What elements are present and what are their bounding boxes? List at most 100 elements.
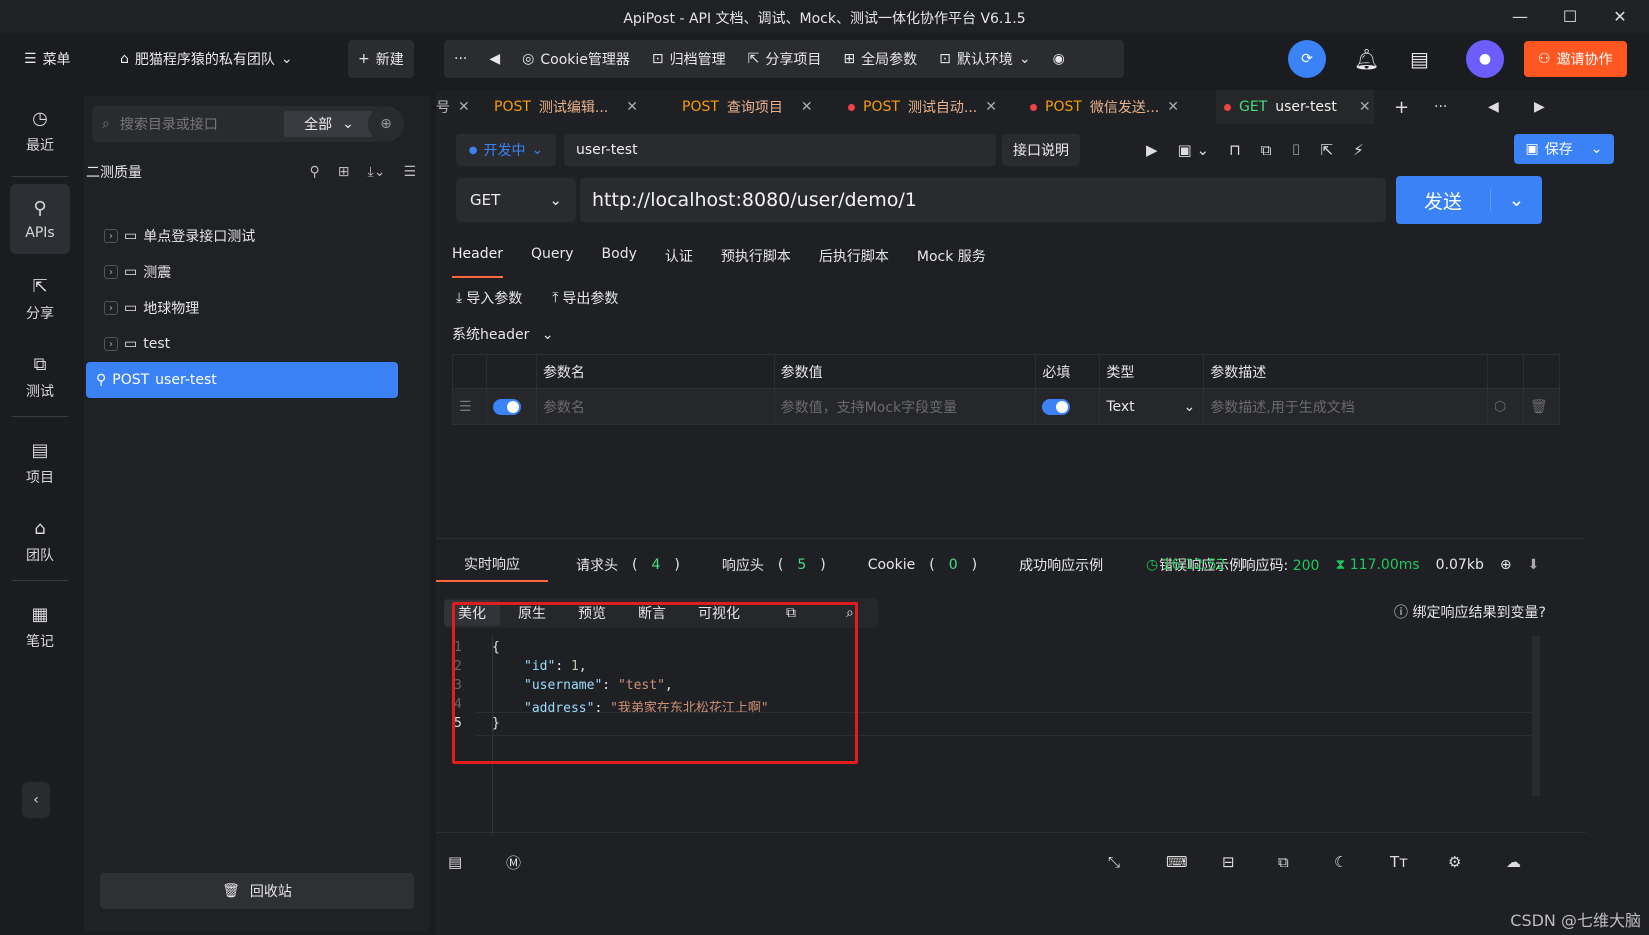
tab-request[interactable]: POST 微信发送... ✕ (1030, 90, 1179, 124)
close-icon[interactable]: ✕ (985, 99, 997, 115)
scrollbar[interactable] (1532, 636, 1540, 796)
tab-response-headers[interactable]: 响应头(5) (694, 548, 840, 582)
cookie-manager-button[interactable]: ◎ Cookie管理器 (522, 49, 630, 69)
send-button[interactable]: 发送 ⌄ (1396, 176, 1542, 224)
tab-header[interactable]: Header (452, 246, 503, 278)
enable-toggle[interactable] (485, 388, 537, 425)
add-tab-icon[interactable]: + (1394, 90, 1409, 124)
tab-partial[interactable]: 号 ✕ (436, 90, 470, 124)
close-icon[interactable]: ✕ (458, 99, 470, 115)
type-select[interactable]: Text ⌄ (1099, 388, 1205, 425)
flash-icon[interactable]: ⚡︎ (1353, 141, 1364, 159)
tabs-prev-icon[interactable]: ◀ (1488, 90, 1499, 124)
tree-api-active[interactable]: ⚲ POST user-test (86, 362, 398, 398)
tab-request[interactable]: POST 查询项目 ✕ (682, 90, 813, 124)
tab-request-headers[interactable]: 请求头(4) (548, 548, 694, 582)
notes-icon[interactable]: ▤ (1410, 40, 1429, 78)
add-folder-icon[interactable]: ⊞ (338, 164, 350, 180)
rail-item-project[interactable]: ▤ 项目 (10, 428, 70, 498)
system-header-toggle[interactable]: 系统header ⌄ (452, 324, 554, 344)
new-button[interactable]: + 新建 (348, 40, 414, 78)
rail-item-share[interactable]: ⇱ 分享 (10, 264, 70, 334)
avatar[interactable]: ● (1466, 40, 1504, 78)
globe-icon[interactable]: ⊕ (1500, 557, 1512, 573)
tab-auth[interactable]: 认证 (665, 246, 693, 278)
copy-icon[interactable]: ⧉ (1278, 853, 1289, 871)
param-name-input[interactable]: 参数名 (535, 388, 775, 425)
rail-item-team[interactable]: ⌂ 团队 (10, 506, 70, 576)
minimize-button[interactable]: — (1500, 4, 1540, 30)
code-icon[interactable]: ⌷ (1292, 141, 1301, 159)
method-select[interactable]: GET ⌄ (456, 178, 576, 222)
more-icon[interactable]: ··· (454, 51, 467, 67)
markdown-icon[interactable]: Ⓜ (506, 852, 521, 873)
terminal-icon[interactable]: ⌨ (1166, 853, 1188, 871)
cube-icon[interactable]: ⬡ (1486, 388, 1524, 425)
env-selector[interactable]: ⊡ 默认环境 ⌄ (939, 49, 1030, 69)
unlock-icon[interactable]: ⊓ (1229, 141, 1241, 159)
delete-icon[interactable]: 🗑︎ (1522, 388, 1561, 425)
chevron-down-icon[interactable]: ⌄ (1591, 141, 1603, 157)
cloud-icon[interactable]: ☁︎ (1506, 853, 1521, 871)
maximize-button[interactable]: ☐ (1550, 4, 1590, 30)
close-icon[interactable]: ✕ (626, 99, 638, 115)
moon-icon[interactable]: ☾ (1334, 853, 1347, 871)
trash-button[interactable]: 🗑︎ 回收站 (100, 873, 414, 909)
locate-icon[interactable]: ⊕ (368, 106, 404, 142)
import-icon[interactable]: ⤓⌄ (368, 164, 386, 180)
tab-success-example[interactable]: 成功响应示例 (991, 548, 1131, 582)
share-icon[interactable]: ⇱ (1321, 141, 1334, 159)
chevron-down-icon[interactable]: ⌄ (1490, 189, 1542, 211)
tab-request-active[interactable]: GET user-test ✕ (1216, 90, 1374, 124)
font-size-icon[interactable]: Tт (1390, 853, 1408, 871)
bind-variable-link[interactable]: ⓘ 绑定响应结果到变量? (1394, 602, 1546, 622)
close-icon[interactable]: ✕ (1167, 99, 1179, 115)
filter-select[interactable]: 全部 ⌄ (284, 111, 374, 137)
tab-post-script[interactable]: 后执行脚本 (819, 246, 889, 278)
drag-handle-icon[interactable]: ☰ (452, 388, 487, 425)
compress-icon[interactable]: ⤡ (1108, 853, 1120, 871)
sort-icon[interactable]: ☰ (403, 164, 416, 180)
api-name-input[interactable]: user-test (564, 134, 996, 166)
doc-button[interactable]: 接口说明 (1002, 134, 1080, 166)
eye-icon[interactable]: ◉ (1053, 51, 1065, 67)
env-status-select[interactable]: ● 开发中 ⌄ (456, 134, 556, 166)
archive-button[interactable]: ⊡ 归档管理 (652, 49, 726, 69)
bell-icon[interactable]: 🔔︎ (1354, 40, 1379, 78)
panel-icon[interactable]: ⊟ (1222, 853, 1235, 871)
param-value-input[interactable]: 参数值，支持Mock字段变量 (773, 388, 1037, 425)
sync-button[interactable]: ⟳ (1288, 40, 1326, 78)
tree-search[interactable]: ⌕ 搜索目录或接口 全部 ⌄ (92, 106, 380, 142)
tab-query[interactable]: Query (531, 246, 574, 278)
tab-request[interactable]: POST 测试编辑... ✕ (494, 90, 638, 124)
url-input[interactable]: http://localhost:8080/user/demo/1 (580, 178, 1386, 222)
close-icon[interactable]: ✕ (1359, 99, 1371, 115)
layout-icon[interactable]: ▣ ⌄ (1178, 141, 1210, 159)
run-icon[interactable]: ▶ (1146, 141, 1158, 159)
invite-button[interactable]: ⚇ 邀请协作 (1524, 40, 1627, 78)
rail-item-apis[interactable]: ⚲ APIs (10, 184, 70, 254)
team-selector[interactable]: ⌂ 肥猫程序猿的私有团队 ⌄ (120, 40, 293, 78)
tab-cookie[interactable]: Cookie(0) (840, 548, 991, 582)
tabs-more-icon[interactable]: ··· (1434, 90, 1447, 124)
layout-icon[interactable]: ▤ (448, 853, 462, 871)
tabs-next-icon[interactable]: ▶ (1534, 90, 1545, 124)
tab-realtime[interactable]: 实时响应 (436, 548, 548, 582)
import-params-button[interactable]: ⤓ 导入参数 (456, 288, 522, 308)
rail-item-notes[interactable]: ▦ 笔记 (10, 592, 70, 662)
tab-request[interactable]: POST 测试自动... ✕ (848, 90, 997, 124)
add-api-icon[interactable]: ⚲ (310, 164, 320, 180)
download-icon[interactable]: ⬇ (1528, 557, 1540, 573)
collapse-left-icon[interactable]: ◀ (489, 51, 500, 67)
tree-folder[interactable]: › ▭ 测震 (94, 254, 424, 290)
share-project-button[interactable]: ⇱ 分享项目 (748, 49, 822, 69)
tree-folder[interactable]: › ▭ 地球物理 (94, 290, 424, 326)
copy-icon[interactable]: ⧉ (1261, 141, 1272, 159)
rail-item-recent[interactable]: ◷ 最近 (10, 96, 70, 166)
tab-pre-script[interactable]: 预执行脚本 (721, 246, 791, 278)
global-params-button[interactable]: ⊞ 全局参数 (843, 49, 917, 69)
tree-folder[interactable]: › ▭ 单点登录接口测试 (94, 218, 424, 254)
save-button[interactable]: ▣ 保存 ⌄ (1514, 134, 1614, 164)
collapse-sidebar-button[interactable]: ‹ (22, 782, 50, 818)
close-icon[interactable]: ✕ (801, 99, 813, 115)
